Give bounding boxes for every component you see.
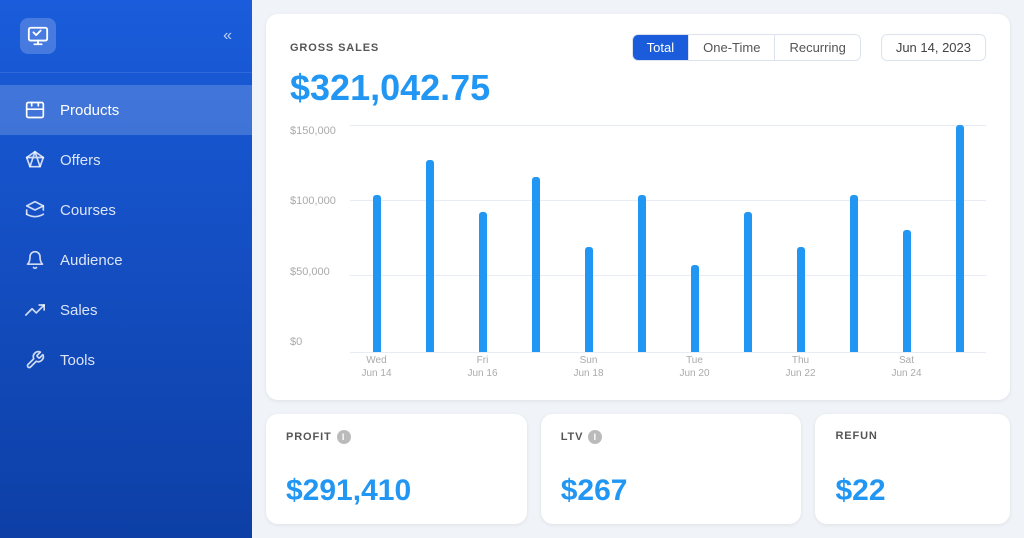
bar-8 <box>797 247 805 352</box>
bar-4 <box>585 247 593 352</box>
x-label-0: WedJun 14 <box>350 354 403 380</box>
refund-value: $22 <box>835 474 990 508</box>
mortarboard-icon <box>24 199 46 221</box>
bar-11 <box>956 125 964 352</box>
ltv-value: $267 <box>561 474 782 508</box>
profit-info-icon[interactable]: i <box>337 430 351 444</box>
sidebar-item-products-label: Products <box>60 102 119 119</box>
sidebar-header: « <box>0 0 252 73</box>
filter-tab-recurring[interactable]: Recurring <box>775 35 859 60</box>
sidebar-item-courses-label: Courses <box>60 202 116 219</box>
tag-icon <box>24 99 46 121</box>
bar-7 <box>744 212 752 352</box>
bar-10 <box>903 230 911 352</box>
x-label-8: ThuJun 22 <box>774 354 827 380</box>
main-content: GROSS SALES Total One-Time Recurring Jun… <box>252 0 1024 538</box>
bar-6 <box>691 265 699 352</box>
stat-card-profit: PROFIT i $291,410 <box>266 414 527 524</box>
profit-label: PROFIT i <box>286 430 507 444</box>
ltv-label: LTV i <box>561 430 782 444</box>
sidebar-item-tools[interactable]: Tools <box>0 335 252 385</box>
app-logo <box>20 18 56 54</box>
sidebar-item-tools-label: Tools <box>60 352 95 369</box>
sidebar-item-products[interactable]: Products <box>0 85 252 135</box>
y-label-150k: $150,000 <box>290 125 336 137</box>
bar-group-1 <box>403 125 456 352</box>
bar-1 <box>426 160 434 352</box>
ltv-info-icon[interactable]: i <box>588 430 602 444</box>
x-label-10: SatJun 24 <box>880 354 933 380</box>
audience-icon <box>24 249 46 271</box>
bar-group-8 <box>774 125 827 352</box>
x-label-2: FriJun 16 <box>456 354 509 380</box>
profit-value: $291,410 <box>286 474 507 508</box>
chart-y-labels: $150,000 $100,000 $50,000 $0 <box>290 125 336 352</box>
bar-group-7 <box>721 125 774 352</box>
chart-bars <box>350 125 986 352</box>
y-label-100k: $100,000 <box>290 195 336 207</box>
bar-group-4 <box>562 125 615 352</box>
trending-up-icon <box>24 299 46 321</box>
sidebar-item-offers[interactable]: Offers <box>0 135 252 185</box>
bar-group-10 <box>880 125 933 352</box>
sidebar-item-sales-label: Sales <box>60 302 98 319</box>
wrench-icon <box>24 349 46 371</box>
bar-group-0 <box>350 125 403 352</box>
y-label-50k: $50,000 <box>290 266 336 278</box>
y-label-0: $0 <box>290 336 336 348</box>
filter-tab-onetime[interactable]: One-Time <box>689 35 775 60</box>
sidebar-item-sales[interactable]: Sales <box>0 285 252 335</box>
sidebar-item-offers-label: Offers <box>60 152 101 169</box>
filter-tabs: Total One-Time Recurring <box>632 34 861 61</box>
bar-group-3 <box>509 125 562 352</box>
stat-card-refund: REFUN $22 <box>815 414 1010 524</box>
date-badge[interactable]: Jun 14, 2023 <box>881 34 986 61</box>
diamond-icon <box>24 149 46 171</box>
gross-sales-header: GROSS SALES Total One-Time Recurring Jun… <box>290 34 986 61</box>
bar-group-5 <box>615 125 668 352</box>
sidebar-item-audience[interactable]: Audience <box>0 235 252 285</box>
chart-x-labels: WedJun 14 FriJun 16 SunJun 18 TueJun 20 ThuJ… <box>350 352 986 380</box>
bar-group-11 <box>933 125 986 352</box>
sidebar-collapse-button[interactable]: « <box>223 27 232 45</box>
gross-sales-amount: $321,042.75 <box>290 67 986 109</box>
bar-9 <box>850 195 858 352</box>
refund-label: REFUN <box>835 430 990 442</box>
filter-tab-total[interactable]: Total <box>633 35 689 60</box>
chart-area: $150,000 $100,000 $50,000 $0 <box>290 125 986 380</box>
sidebar: « Products Offers <box>0 0 252 538</box>
bar-group-6 <box>668 125 721 352</box>
sidebar-nav: Products Offers Courses <box>0 73 252 538</box>
gross-sales-card: GROSS SALES Total One-Time Recurring Jun… <box>266 14 1010 400</box>
bar-group-2 <box>456 125 509 352</box>
stat-card-ltv: LTV i $267 <box>541 414 802 524</box>
gross-sales-title: GROSS SALES <box>290 42 379 54</box>
sidebar-item-courses[interactable]: Courses <box>0 185 252 235</box>
x-label-4: SunJun 18 <box>562 354 615 380</box>
bar-5 <box>638 195 646 352</box>
stats-row: PROFIT i $291,410 LTV i $267 REFUN $22 <box>266 414 1010 524</box>
x-label-6: TueJun 20 <box>668 354 721 380</box>
chart-inner <box>350 125 986 352</box>
sidebar-item-audience-label: Audience <box>60 252 123 269</box>
bar-group-9 <box>827 125 880 352</box>
bar-2 <box>479 212 487 352</box>
bar-0 <box>373 195 381 352</box>
bar-3 <box>532 177 540 352</box>
